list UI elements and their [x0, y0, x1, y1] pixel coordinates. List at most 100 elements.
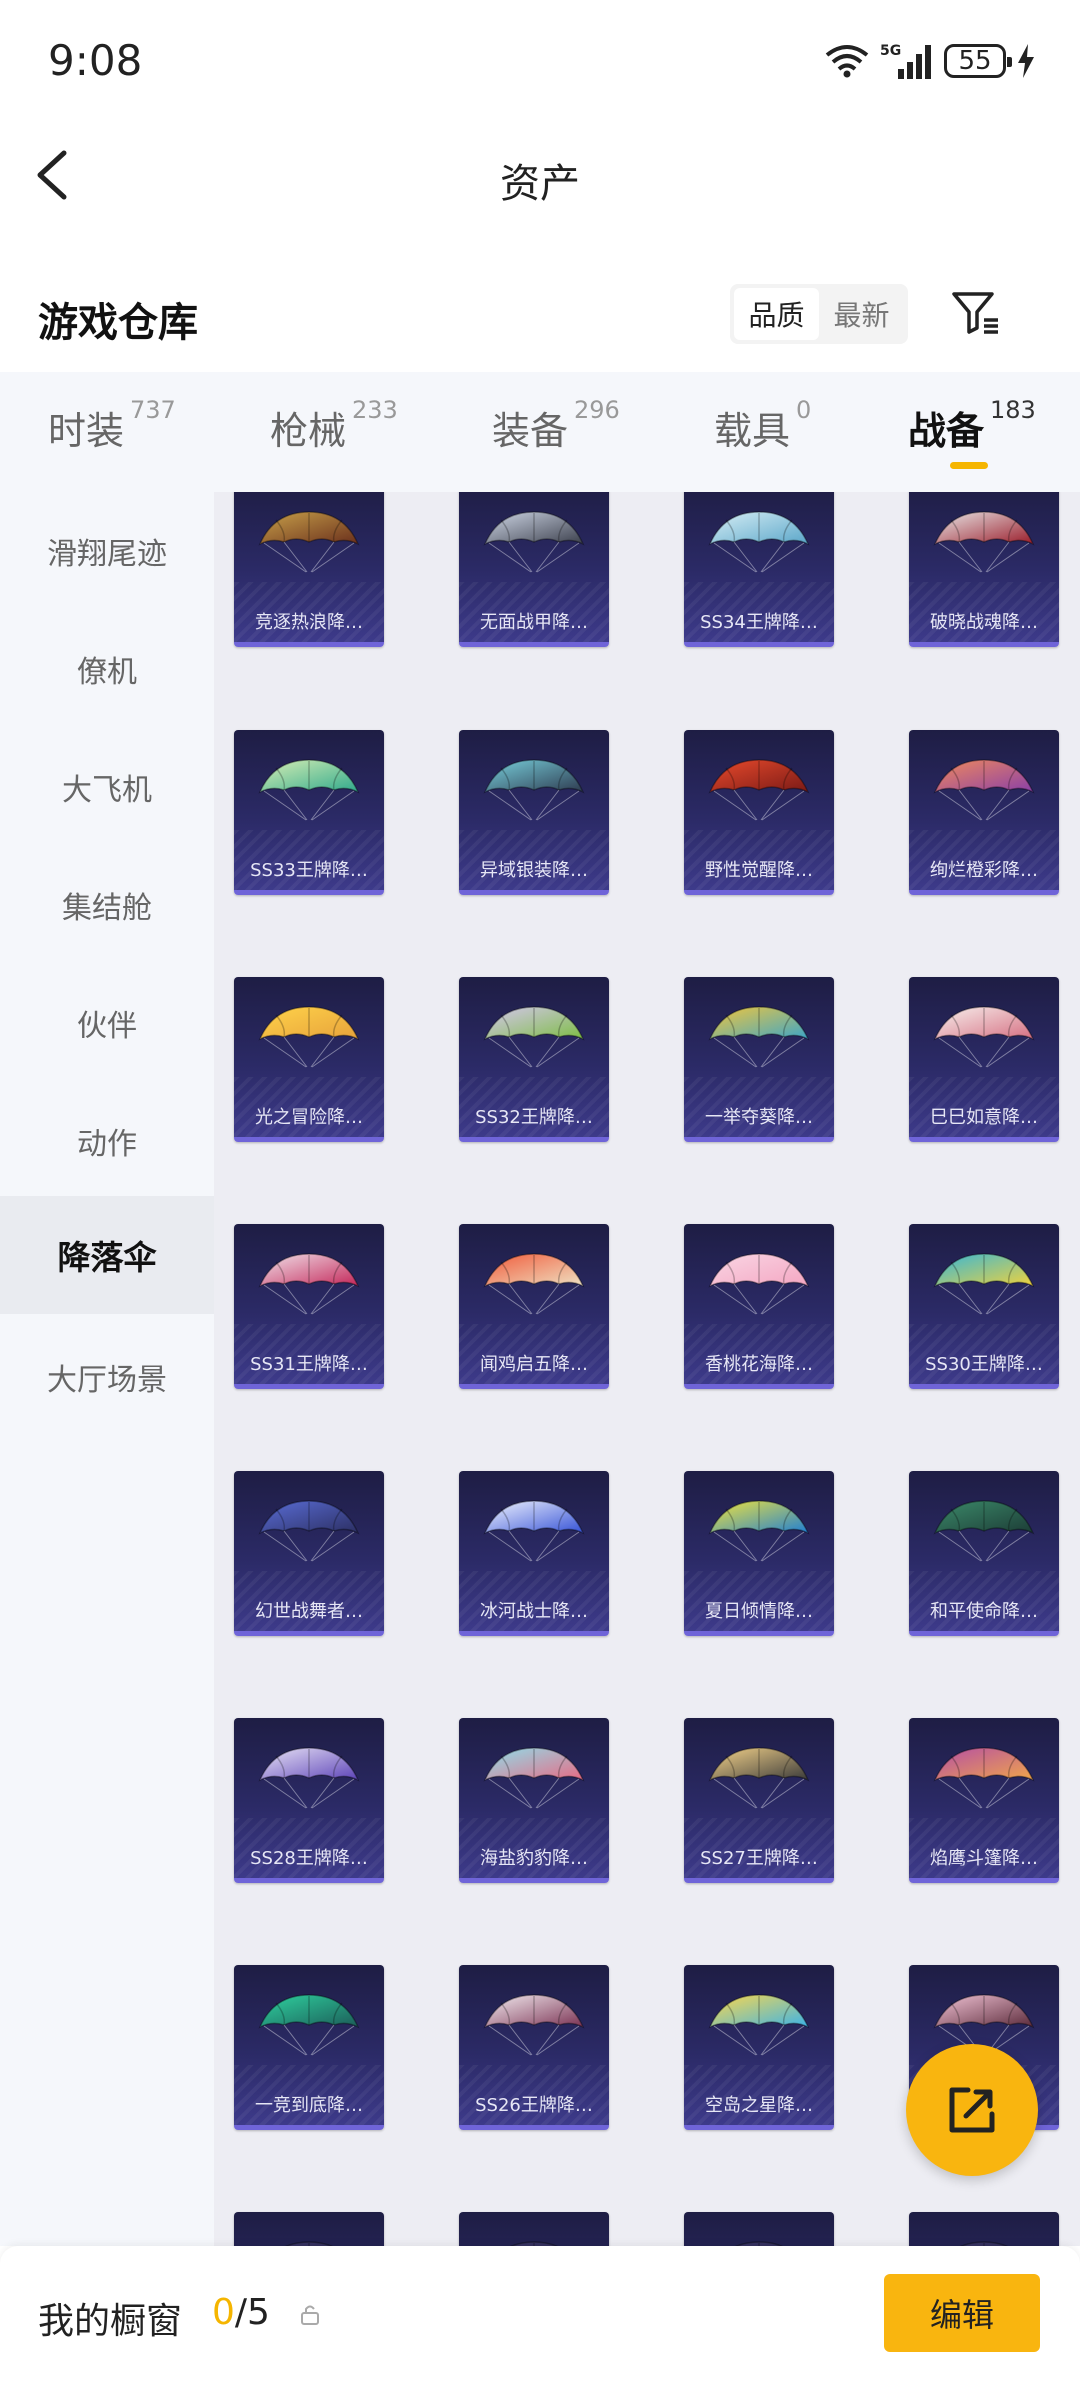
item-card[interactable] [234, 2212, 384, 2246]
item-card[interactable]: 一竞到底降… [234, 1965, 384, 2130]
item-card[interactable]: 野性觉醒降… [684, 730, 834, 895]
parachute-icon [933, 1747, 1035, 1809]
item-name: SS27王牌降… [700, 1848, 818, 1869]
tab-equipment[interactable]: 装备 296 [492, 396, 620, 455]
item-card[interactable]: 夏日倾情降… [684, 1471, 834, 1636]
item-grid: 竞逐热浪降… 无面战甲降… SS34王牌降… 破晓战魂降… SS33王牌降… 异域银装降…… [214, 492, 1080, 2246]
external-link-icon [949, 2087, 995, 2133]
item-name: 光之冒险降… [255, 1107, 363, 1128]
share-fab[interactable] [906, 2044, 1038, 2176]
parachute-icon [483, 1500, 585, 1562]
item-card[interactable]: SS33王牌降… [234, 730, 384, 895]
item-name: 海盐豹豹降… [480, 1848, 588, 1869]
parachute-icon [483, 1994, 585, 2056]
sidebar-item-wingman[interactable]: 僚机 [0, 610, 214, 728]
parachute-icon [258, 1747, 360, 1809]
sidebar-item-glide-trail[interactable]: 滑翔尾迹 [0, 492, 214, 610]
parachute-icon [483, 511, 585, 573]
item-name: SS31王牌降… [250, 1354, 368, 1375]
showcase-label: 我的橱窗 [38, 2301, 183, 2342]
item-name: SS26王牌降… [475, 2095, 593, 2116]
item-name: 香桃花海降… [705, 1354, 813, 1375]
item-name: 巳巳如意降… [930, 1107, 1038, 1128]
sidebar-item-lobby-scene[interactable]: 大厅场景 [0, 1318, 214, 1436]
item-name: 一竞到底降… [255, 2095, 363, 2116]
sidebar-item-emote[interactable]: 动作 [0, 1082, 214, 1200]
tab-supplies[interactable]: 战备 183 [908, 396, 1036, 455]
item-name: 绚烂橙彩降… [930, 860, 1038, 881]
section-title: 游戏仓库 [38, 300, 198, 346]
item-card[interactable]: 和平使命降… [909, 1471, 1059, 1636]
item-card[interactable] [909, 2212, 1059, 2246]
filter-button[interactable] [948, 284, 1004, 340]
sidebar-item-big-plane[interactable]: 大飞机 [0, 728, 214, 846]
item-card[interactable]: 一举夺葵降… [684, 977, 834, 1142]
item-name: SS30王牌降… [925, 1354, 1043, 1375]
item-card[interactable] [459, 2212, 609, 2246]
parachute-icon [933, 1253, 1035, 1315]
sidebar-item-companion[interactable]: 伙伴 [0, 964, 214, 1082]
item-card[interactable]: 无面战甲降… [459, 492, 609, 647]
parachute-icon [285, 2241, 333, 2246]
item-card[interactable]: 冰河战士降… [459, 1471, 609, 1636]
tab-vehicles[interactable]: 载具 0 [714, 396, 811, 455]
item-card[interactable]: SS34王牌降… [684, 492, 834, 647]
parachute-icon [960, 2241, 1008, 2246]
showcase-bar: 我的橱窗 0/5 编辑 [0, 2246, 1080, 2381]
section-header: 游戏仓库 品质 最新 [0, 270, 1080, 370]
tab-fashion[interactable]: 时装 737 [48, 396, 176, 455]
tab-weapons[interactable]: 枪械 233 [270, 396, 398, 455]
item-card[interactable]: 异域银装降… [459, 730, 609, 895]
item-card[interactable]: 光之冒险降… [234, 977, 384, 1142]
item-card[interactable]: SS27王牌降… [684, 1718, 834, 1883]
item-card[interactable]: 焰鹰斗篷降… [909, 1718, 1059, 1883]
item-card[interactable]: 竞逐热浪降… [234, 492, 384, 647]
item-name: 焰鹰斗篷降… [930, 1848, 1038, 1869]
edit-button[interactable]: 编辑 [884, 2274, 1040, 2352]
parachute-icon [258, 1006, 360, 1068]
item-card[interactable]: SS26王牌降… [459, 1965, 609, 2130]
page-title: 资产 [500, 161, 580, 207]
parachute-icon [258, 1994, 360, 2056]
item-name: 幻世战舞者… [255, 1601, 363, 1622]
sort-newest-option[interactable]: 最新 [819, 288, 904, 340]
parachute-icon [258, 511, 360, 573]
item-name: 空岛之星降… [705, 2095, 813, 2116]
parachute-icon [483, 1253, 585, 1315]
item-card[interactable]: SS31王牌降… [234, 1224, 384, 1389]
battery-indicator: 55 [944, 44, 1012, 78]
item-name: SS34王牌降… [700, 612, 818, 633]
showcase-total: /5 [234, 2292, 270, 2333]
item-card[interactable]: SS28王牌降… [234, 1718, 384, 1883]
sidebar-item-rally-pod[interactable]: 集结舱 [0, 846, 214, 964]
item-name: 竞逐热浪降… [255, 612, 363, 633]
tab-label: 载具 [714, 409, 791, 453]
item-card[interactable]: 巳巳如意降… [909, 977, 1059, 1142]
category-tabs: 时装 737 枪械 233 装备 296 载具 0 战备 183 [0, 372, 1080, 492]
item-card[interactable] [684, 2212, 834, 2246]
item-card[interactable]: 香桃花海降… [684, 1224, 834, 1389]
item-card[interactable]: 破晓战魂降… [909, 492, 1059, 647]
item-card[interactable]: 绚烂橙彩降… [909, 730, 1059, 895]
item-card[interactable]: 幻世战舞者… [234, 1471, 384, 1636]
parachute-icon [708, 511, 810, 573]
parachute-icon [258, 1253, 360, 1315]
parachute-icon [510, 2241, 558, 2246]
item-card[interactable]: SS32王牌降… [459, 977, 609, 1142]
item-card[interactable]: 闻鸡启五降… [459, 1224, 609, 1389]
parachute-icon [483, 1747, 585, 1809]
item-name: 破晓战魂降… [930, 612, 1038, 633]
sort-toggle: 品质 最新 [730, 284, 908, 344]
item-name: 和平使命降… [930, 1601, 1038, 1622]
item-name: 异域银装降… [480, 860, 588, 881]
parachute-icon [483, 759, 585, 821]
item-card[interactable]: 海盐豹豹降… [459, 1718, 609, 1883]
sidebar-item-parachute[interactable]: 降落伞 [0, 1196, 214, 1314]
filter-icon [952, 292, 998, 334]
item-card[interactable]: 空岛之星降… [684, 1965, 834, 2130]
item-card[interactable]: SS30王牌降… [909, 1224, 1059, 1389]
sort-quality-option[interactable]: 品质 [734, 288, 819, 340]
item-name: SS32王牌降… [475, 1107, 593, 1128]
status-icons: 5G 55 [824, 38, 1036, 84]
cellular-5g-icon: 5G [880, 43, 931, 79]
